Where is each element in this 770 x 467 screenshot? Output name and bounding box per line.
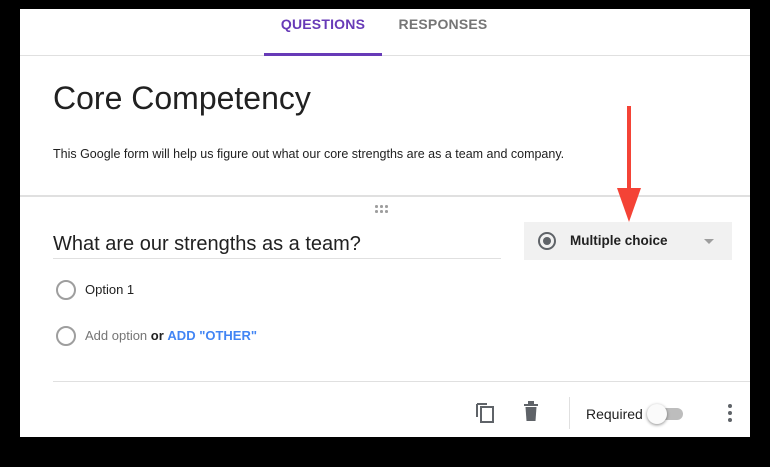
question-type-label: Multiple choice xyxy=(570,233,668,248)
tab-responses[interactable]: RESPONSES xyxy=(396,9,490,55)
required-toggle[interactable] xyxy=(647,404,685,424)
radio-button-icon xyxy=(538,232,556,250)
question-type-dropdown[interactable]: Multiple choice xyxy=(524,222,732,260)
tab-bar: QUESTIONS RESPONSES xyxy=(20,9,750,56)
add-option-link[interactable]: Add option xyxy=(85,328,147,343)
toggle-knob xyxy=(647,404,667,424)
form-editor: QUESTIONS RESPONSES Core Competency This… xyxy=(20,9,750,437)
trash-icon[interactable] xyxy=(522,400,540,422)
tab-questions[interactable]: QUESTIONS xyxy=(264,9,382,56)
chevron-down-icon xyxy=(704,239,714,244)
form-description[interactable]: This Google form will help us figure out… xyxy=(53,147,564,161)
copy-icon[interactable] xyxy=(475,401,495,423)
question-title-input[interactable]: What are our strengths as a team? xyxy=(53,232,501,259)
add-option-radio-icon xyxy=(56,326,76,346)
footer-divider xyxy=(53,381,750,382)
more-vert-icon[interactable] xyxy=(725,403,735,425)
form-title[interactable]: Core Competency xyxy=(53,80,311,117)
drag-handle-icon[interactable] xyxy=(375,205,391,215)
footer-vertical-divider xyxy=(569,397,570,429)
required-label: Required xyxy=(586,406,643,422)
option-radio-icon xyxy=(56,280,76,300)
annotation-arrow-icon xyxy=(617,106,641,222)
add-option-row: Add option or ADD "OTHER" xyxy=(85,328,257,343)
option-label[interactable]: Option 1 xyxy=(85,282,134,297)
add-other-link[interactable]: ADD "OTHER" xyxy=(167,328,257,343)
add-option-or: or xyxy=(150,328,164,343)
